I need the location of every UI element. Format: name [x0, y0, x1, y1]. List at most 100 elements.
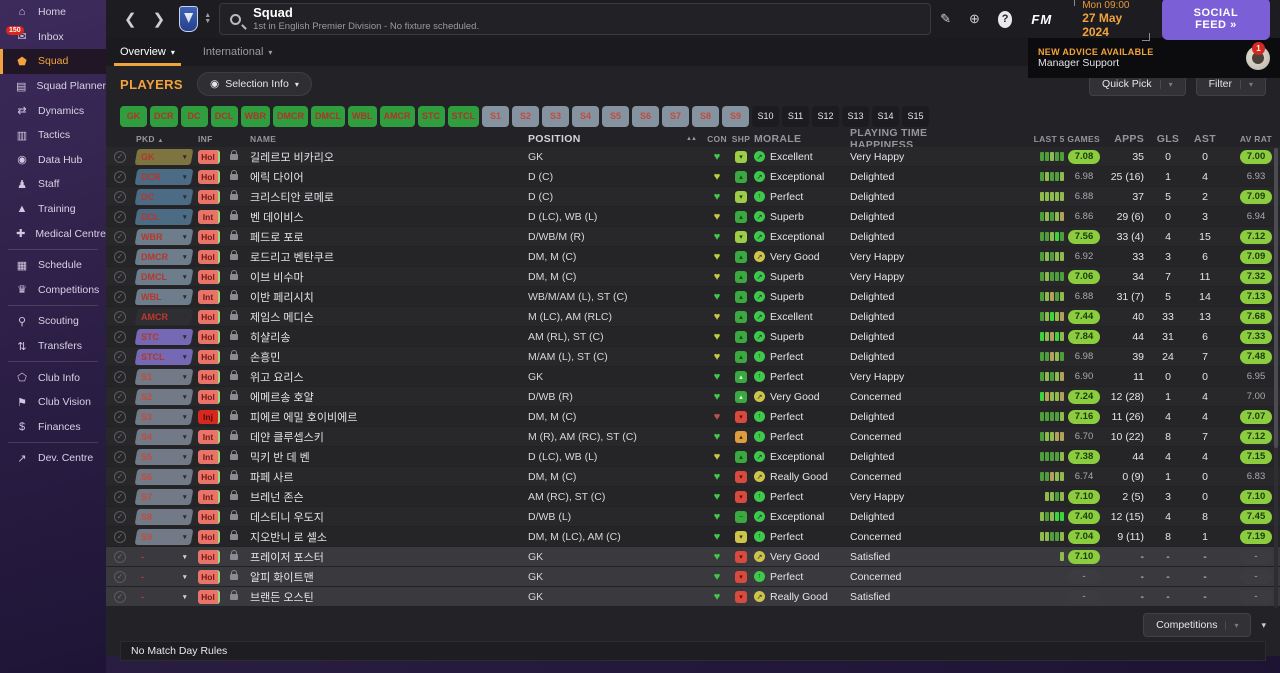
row-select-check-icon[interactable]: ✓	[114, 230, 126, 243]
selection-info-dropdown[interactable]: ◉ Selection Info ▾	[197, 72, 312, 96]
table-row[interactable]: ✓ STCL ▾ Hol 손흥민 M/AM (L), ST (C) ♥ ▴ ↑ Pe…	[106, 347, 1280, 367]
sidebar-item-club-vision[interactable]: ⚑ Club Vision	[0, 390, 106, 415]
player-name[interactable]: 브레넌 존슨	[250, 489, 528, 505]
sidebar-item-transfers[interactable]: ⇅ Transfers	[0, 334, 106, 359]
pkd-position-dropdown[interactable]: S9 ▾	[134, 528, 194, 545]
row-select-check-icon[interactable]: ✓	[114, 510, 126, 523]
table-row[interactable]: ✓ S6 ▾ Hol 파페 사르 DM, M (C) ♥ ▾ ↗ Really Go…	[106, 467, 1280, 487]
pkd-position-dropdown[interactable]: DCL ▾	[134, 208, 194, 225]
sidebar-item-dev-centre[interactable]: ↗ Dev. Centre	[0, 446, 106, 471]
pkd-position-dropdown[interactable]: S5 ▾	[134, 448, 194, 465]
table-row[interactable]: ✓ DMCL ▾ Hol 이브 비수마 DM, M (C) ♥ ▴ ↗ Superb…	[106, 267, 1280, 287]
table-row[interactable]: ✓ - ▾ Hol 브랜든 오스틴 GK ♥ ▾ ↗ Really Good Sat…	[106, 587, 1280, 607]
sidebar-item-staff[interactable]: ♟ Staff	[0, 172, 106, 197]
pkd-position-dropdown[interactable]: S3 ▾	[134, 408, 194, 425]
row-select-check-icon[interactable]: ✓	[114, 290, 126, 303]
position-filter-wbl[interactable]: WBL	[348, 105, 377, 127]
row-select-check-icon[interactable]: ✓	[114, 210, 126, 223]
nav-back-icon[interactable]: ❮	[116, 10, 145, 28]
club-crest[interactable]	[179, 6, 199, 32]
table-row[interactable]: ✓ STC ▾ Hol 히샬리송 AM (RL), ST (C) ♥ ▴ ↗ Sup…	[106, 327, 1280, 347]
pkd-position-dropdown[interactable]: - ▾	[135, 549, 194, 565]
table-row[interactable]: ✓ WBR ▾ Hol 페드로 포로 D/WB/M (R) ♥ ▾ ↗ Except…	[106, 227, 1280, 247]
sidebar-item-scouting[interactable]: ⚲ Scouting	[0, 309, 106, 334]
sidebar-item-dynamics[interactable]: ⇄ Dynamics	[0, 98, 106, 123]
player-name[interactable]: 페드로 포로	[250, 229, 528, 245]
pkd-position-dropdown[interactable]: - ▾	[135, 589, 194, 605]
world-icon[interactable]: ⊕	[969, 11, 980, 27]
pkd-position-dropdown[interactable]: DMCL ▾	[134, 268, 194, 285]
table-row[interactable]: ✓ - ▾ Hol 프레이저 포스터 GK ♥ ▾ ↗ Very Good Sati…	[106, 547, 1280, 567]
player-name[interactable]: 파페 사르	[250, 469, 528, 485]
pkd-position-dropdown[interactable]: WBL ▾	[134, 288, 194, 305]
player-name[interactable]: 길레르모 비카리오	[250, 149, 528, 165]
row-select-check-icon[interactable]: ✓	[114, 590, 126, 603]
table-row[interactable]: ✓ DCL ▾ Int 벤 데이비스 D (LC), WB (L) ♥ ▴ ↗ Su…	[106, 207, 1280, 227]
club-switcher-icon[interactable]: ▲ ▼	[204, 13, 211, 25]
table-row[interactable]: ✓ S3 ▾ Inj 피에르 에밀 호이비에르 DM, M (C) ♥ ▾ ↑ Pe…	[106, 407, 1280, 427]
social-feed-button[interactable]: SOCIAL FEED »	[1161, 0, 1270, 40]
pkd-position-dropdown[interactable]: AMCR ▾	[134, 308, 194, 325]
row-select-check-icon[interactable]: ✓	[114, 150, 126, 163]
row-select-check-icon[interactable]: ✓	[114, 530, 126, 543]
table-row[interactable]: ✓ S1 ▾ Hol 위고 요리스 GK ♥ ▴ ↑ Perfect Very Ha…	[106, 367, 1280, 387]
player-name[interactable]: 에릭 다이어	[250, 169, 528, 185]
sidebar-item-club-info[interactable]: ⬠ Club Info	[0, 365, 106, 390]
player-name[interactable]: 프레이저 포스터	[250, 549, 528, 565]
collapse-chevron-icon[interactable]: ▾	[1261, 620, 1266, 631]
position-filter-s8[interactable]: S8	[692, 105, 719, 127]
player-name[interactable]: 로드리고 벤탄쿠르	[250, 249, 528, 265]
row-select-check-icon[interactable]: ✓	[114, 490, 126, 503]
row-select-check-icon[interactable]: ✓	[114, 250, 126, 263]
position-filter-dcl[interactable]: DCL	[210, 105, 238, 127]
pkd-position-dropdown[interactable]: S8 ▾	[134, 508, 194, 525]
row-select-check-icon[interactable]: ✓	[114, 190, 126, 203]
position-filter-dc[interactable]: DC	[180, 105, 208, 127]
player-name[interactable]: 이반 페리시치	[250, 289, 528, 305]
position-filter-amcr[interactable]: AMCR	[379, 105, 415, 127]
row-select-check-icon[interactable]: ✓	[114, 170, 126, 183]
tab-international[interactable]: International ▾	[189, 38, 287, 66]
row-select-check-icon[interactable]: ✓	[114, 470, 126, 483]
pkd-position-dropdown[interactable]: STC ▾	[134, 328, 194, 345]
table-row[interactable]: ✓ WBL ▾ Int 이반 페리시치 WB/M/AM (L), ST (C) ♥…	[106, 287, 1280, 307]
position-filter-s4[interactable]: S4	[572, 105, 599, 127]
table-row[interactable]: ✓ GK ▾ Hol 길레르모 비카리오 GK ♥ ▾ ↗ Excellent Ve…	[106, 147, 1280, 167]
position-filter-s12[interactable]: S12	[812, 105, 839, 127]
table-row[interactable]: ✓ S5 ▾ Int 믹키 반 데 벤 D (LC), WB (L) ♥ ▴ ↗ E…	[106, 447, 1280, 467]
position-filter-stc[interactable]: STC	[417, 105, 445, 127]
player-name[interactable]: 데얀 클루셉스키	[250, 429, 528, 445]
position-filter-gk[interactable]: GK	[120, 105, 147, 127]
sidebar-item-competitions[interactable]: ♛ Competitions	[0, 278, 106, 303]
tab-overview[interactable]: Overview ▾	[106, 38, 189, 66]
pkd-position-dropdown[interactable]: DMCR ▾	[134, 248, 194, 265]
player-name[interactable]: 믹키 반 데 벤	[250, 449, 528, 465]
pkd-position-dropdown[interactable]: DC ▾	[134, 188, 194, 205]
position-filter-s13[interactable]: S13	[842, 105, 869, 127]
manager-support-icon[interactable]: 1	[1246, 42, 1270, 70]
competitions-dropdown[interactable]: Competitions ▾	[1143, 613, 1252, 637]
pkd-position-dropdown[interactable]: - ▾	[135, 569, 194, 585]
row-select-check-icon[interactable]: ✓	[114, 550, 126, 563]
position-filter-s14[interactable]: S14	[872, 105, 899, 127]
position-filter-dmcl[interactable]: DMCL	[311, 105, 345, 127]
row-select-check-icon[interactable]: ✓	[114, 310, 126, 323]
help-icon[interactable]: ?	[997, 10, 1013, 28]
position-filter-s5[interactable]: S5	[602, 105, 629, 127]
pkd-position-dropdown[interactable]: WBR ▾	[134, 228, 194, 245]
player-name[interactable]: 크리스티안 로메로	[250, 189, 528, 205]
row-select-check-icon[interactable]: ✓	[114, 370, 126, 383]
position-filter-s7[interactable]: S7	[662, 105, 689, 127]
position-filter-dmcr[interactable]: DMCR	[273, 105, 308, 127]
edit-pencil-icon[interactable]: ✎	[940, 11, 951, 27]
player-name[interactable]: 벤 데이비스	[250, 209, 528, 225]
table-row[interactable]: ✓ S8 ▾ Hol 데스티니 우도지 D/WB (L) ♥ − ↗ Excepti…	[106, 507, 1280, 527]
row-select-check-icon[interactable]: ✓	[114, 430, 126, 443]
sidebar-item-medical-centre[interactable]: ✚ Medical Centre	[0, 221, 106, 246]
sidebar-item-inbox[interactable]: 150 ✉ Inbox	[0, 25, 106, 50]
position-filter-s2[interactable]: S2	[512, 105, 539, 127]
player-name[interactable]: 히샬리송	[250, 329, 528, 345]
table-row[interactable]: ✓ - ▾ Hol 알피 화이트맨 GK ♥ ▾ ↑ Perfect Concern…	[106, 567, 1280, 587]
sidebar-item-squad-planner[interactable]: ▤ Squad Planner	[0, 74, 106, 99]
player-name[interactable]: 데스티니 우도지	[250, 509, 528, 525]
